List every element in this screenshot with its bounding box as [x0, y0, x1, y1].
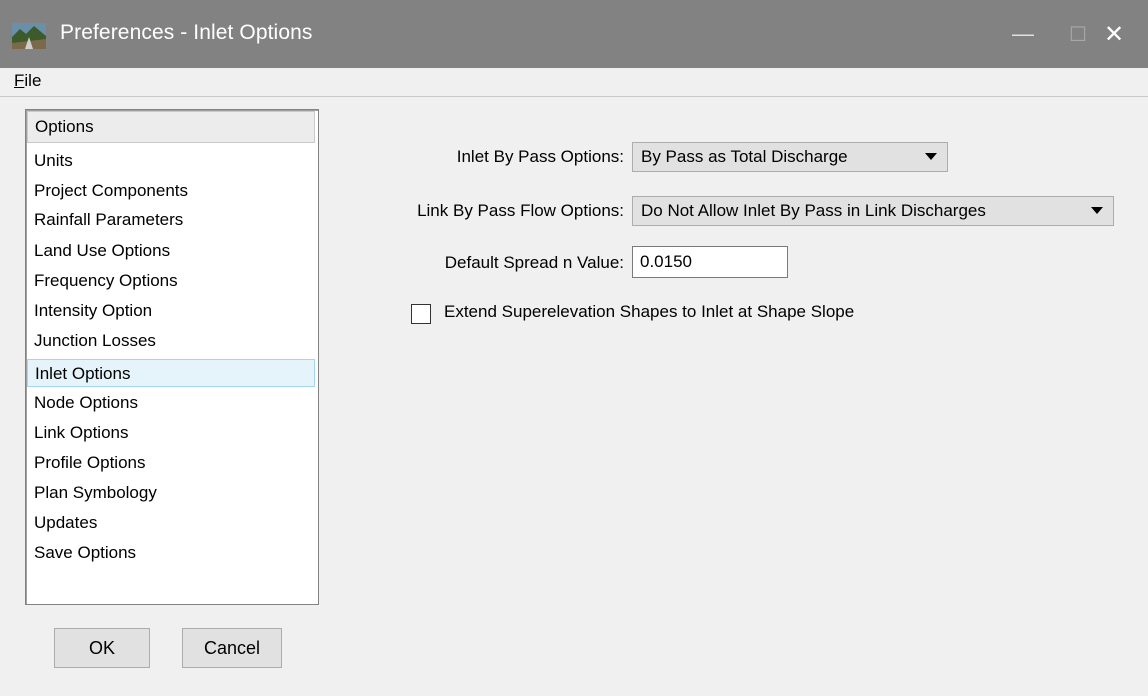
options-listbox[interactable]: Options Units Project Components Rainfal…	[25, 109, 319, 605]
list-item-land-use-options[interactable]: Land Use Options	[27, 237, 315, 265]
list-item-rainfall-parameters[interactable]: Rainfall Parameters	[27, 206, 315, 234]
list-item-node-options[interactable]: Node Options	[27, 389, 315, 417]
list-item-updates[interactable]: Updates	[27, 509, 315, 537]
link-bypass-dropdown[interactable]: Do Not Allow Inlet By Pass in Link Disch…	[632, 196, 1114, 226]
ok-button[interactable]: OK	[54, 628, 150, 668]
close-icon: ✕	[1103, 20, 1125, 48]
menu-file[interactable]: File	[14, 71, 41, 91]
extend-superelevation-label[interactable]: Extend Superelevation Shapes to Inlet at…	[444, 302, 854, 322]
link-bypass-label: Link By Pass Flow Options:	[417, 201, 624, 220]
chevron-down-icon	[925, 153, 937, 160]
options-list-header[interactable]: Options	[27, 111, 315, 143]
list-item-link-options[interactable]: Link Options	[27, 419, 315, 447]
menu-file-label: ile	[24, 71, 42, 90]
cancel-button[interactable]: Cancel	[182, 628, 282, 668]
list-item-project-components[interactable]: Project Components	[27, 177, 315, 205]
link-bypass-value: Do Not Allow Inlet By Pass in Link Disch…	[641, 201, 986, 220]
inlet-bypass-label: Inlet By Pass Options:	[456, 147, 624, 166]
list-item-profile-options[interactable]: Profile Options	[27, 449, 315, 477]
list-item-inlet-options[interactable]: Inlet Options	[27, 359, 315, 387]
list-item-save-options[interactable]: Save Options	[27, 539, 315, 567]
menu-bar: File	[0, 68, 1148, 97]
close-button[interactable]: ✕	[1080, 0, 1148, 68]
extend-superelevation-checkbox[interactable]	[411, 304, 431, 324]
list-item-plan-symbology[interactable]: Plan Symbology	[27, 479, 315, 507]
window-title: Preferences - Inlet Options	[60, 21, 313, 44]
title-bar[interactable]: Preferences - Inlet Options — ☐ ✕	[0, 0, 1148, 68]
menu-file-mnemonic: F	[14, 71, 25, 90]
app-landscape-icon	[12, 23, 46, 49]
spread-n-label: Default Spread n Value:	[444, 253, 624, 272]
list-item-units[interactable]: Units	[27, 147, 315, 175]
list-item-frequency-options[interactable]: Frequency Options	[27, 267, 315, 295]
list-item-intensity-option[interactable]: Intensity Option	[27, 297, 315, 325]
inlet-bypass-dropdown[interactable]: By Pass as Total Discharge	[632, 142, 948, 172]
list-item-junction-losses[interactable]: Junction Losses	[27, 327, 315, 355]
chevron-down-icon	[1091, 207, 1103, 214]
inlet-bypass-value: By Pass as Total Discharge	[641, 147, 848, 166]
spread-n-input[interactable]: 0.0150	[632, 246, 788, 278]
